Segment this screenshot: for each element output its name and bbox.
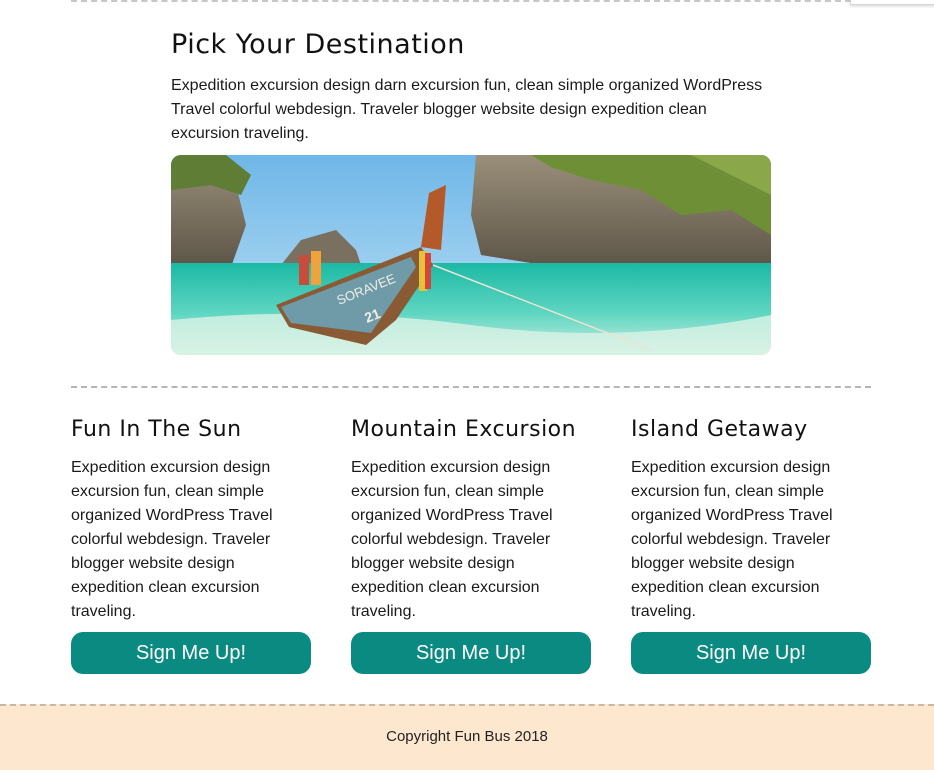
card-title: Fun In The Sun [71, 417, 242, 442]
sign-up-button[interactable]: Sign Me Up! [351, 632, 591, 674]
sign-up-button[interactable]: Sign Me Up! [71, 632, 311, 674]
card-text: Expedition excursion design excursion fu… [351, 459, 553, 620]
card-text: Expedition excursion design excursion fu… [71, 459, 273, 620]
footer: Copyright Fun Bus 2018 [0, 704, 934, 770]
copyright-text: Copyright Fun Bus 2018 [386, 728, 548, 745]
card-title: Island Getaway [631, 417, 808, 442]
hero-text: Expedition excursion design darn excursi… [171, 77, 763, 142]
sign-up-button[interactable]: Sign Me Up! [631, 632, 871, 674]
card-fun-in-the-sun: Fun In The Sun Expedition excursion desi… [71, 414, 311, 624]
section-divider [71, 386, 871, 388]
card-mountain-excursion: Mountain Excursion Expedition excursion … [351, 414, 591, 624]
top-divider [71, 0, 851, 2]
card-title: Mountain Excursion [351, 417, 577, 442]
card-text: Expedition excursion design excursion fu… [631, 459, 833, 620]
hero-section: Pick Your Destination Expedition excursi… [171, 26, 771, 146]
hero-image: SORAVEE 21 [171, 155, 771, 355]
corner-widget [850, 0, 934, 5]
hero-title: Pick Your Destination [171, 29, 465, 60]
beach-boat-illustration: SORAVEE 21 [171, 155, 771, 355]
card-island-getaway: Island Getaway Expedition excursion desi… [631, 414, 871, 624]
